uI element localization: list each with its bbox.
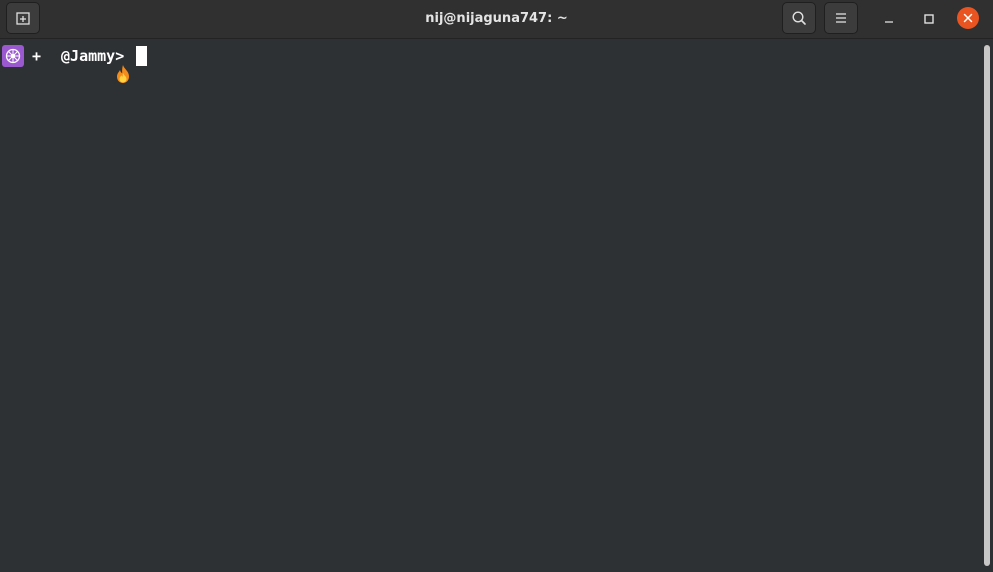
terminal-area[interactable]: + @Jammy> (0, 39, 982, 572)
search-button[interactable] (782, 2, 816, 34)
hamburger-menu-icon (836, 13, 846, 23)
menu-button[interactable] (824, 2, 858, 34)
fire-icon (42, 46, 130, 83)
prompt-text: @Jammy> (61, 47, 125, 65)
text-cursor (136, 46, 148, 66)
prompt-plus: + (32, 47, 42, 65)
maximize-icon (924, 14, 934, 24)
close-button[interactable] (957, 7, 979, 29)
minimize-icon (885, 21, 893, 23)
kubernetes-icon (2, 45, 24, 67)
close-icon (963, 13, 973, 23)
minimize-button[interactable] (877, 7, 901, 31)
search-icon (792, 11, 806, 25)
header-bar: nij@nijaguna747: ~ (0, 0, 993, 39)
new-tab-button[interactable] (6, 2, 40, 34)
new-tab-icon (16, 12, 30, 25)
scrollbar-thumb[interactable] (984, 45, 990, 566)
prompt-line: + @Jammy> (2, 45, 148, 83)
scrollbar[interactable] (982, 39, 993, 572)
terminal-window: nij@nijaguna747: ~ + @Jammy> (0, 0, 993, 572)
maximize-button[interactable] (917, 7, 941, 31)
